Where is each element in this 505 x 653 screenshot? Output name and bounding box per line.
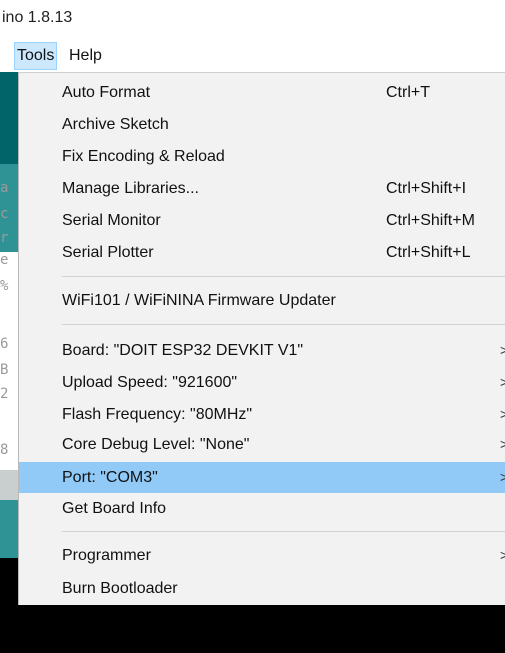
submenu-arrow-icon: > xyxy=(500,436,505,452)
editor-gutter-band xyxy=(0,470,18,500)
menu-item-upload-speed[interactable]: Upload Speed: "921600" > xyxy=(19,367,505,398)
menu-separator xyxy=(62,324,505,325)
menu-item-serial-monitor[interactable]: Serial Monitor Ctrl+Shift+M xyxy=(19,205,505,236)
menu-item-shortcut: Ctrl+T xyxy=(386,84,430,101)
editor-char: 8 xyxy=(0,442,9,458)
menu-tools[interactable]: Tools xyxy=(14,42,58,70)
menu-item-label: Serial Monitor xyxy=(62,212,161,229)
menu-item-board[interactable]: Board: "DOIT ESP32 DEVKIT V1" > xyxy=(19,335,505,366)
console-panel xyxy=(0,605,505,653)
editor-header-area xyxy=(0,72,18,164)
editor-char: r xyxy=(0,230,9,246)
menu-item-serial-plotter[interactable]: Serial Plotter Ctrl+Shift+L xyxy=(19,237,505,268)
menu-item-label: Burn Bootloader xyxy=(62,580,178,597)
window-title: ino 1.8.13 xyxy=(2,9,73,26)
menu-bar: Tools Help xyxy=(0,40,505,72)
editor-char: c xyxy=(0,206,9,222)
menu-item-label: Auto Format xyxy=(62,84,151,101)
menu-item-label: Board: "DOIT ESP32 DEVKIT V1" xyxy=(62,342,304,359)
menu-item-programmer[interactable]: Programmer > xyxy=(19,540,505,571)
submenu-arrow-icon: > xyxy=(500,469,505,485)
editor-char: a xyxy=(0,180,9,196)
editor-char: e xyxy=(0,252,9,268)
menu-item-label: Core Debug Level: "None" xyxy=(62,436,250,453)
menu-item-label: Programmer xyxy=(62,547,151,564)
menu-item-label: Serial Plotter xyxy=(62,244,154,261)
menu-item-shortcut: Ctrl+Shift+M xyxy=(386,212,475,229)
menu-item-firmware-updater[interactable]: WiFi101 / WiFiNINA Firmware Updater xyxy=(19,285,505,316)
title-bar: ino 1.8.13 xyxy=(0,0,505,40)
menu-item-label: Flash Frequency: "80MHz" xyxy=(62,406,253,423)
menu-item-archive-sketch[interactable]: Archive Sketch xyxy=(19,109,505,140)
menu-item-auto-format[interactable]: Auto Format Ctrl+T xyxy=(19,77,505,108)
menu-item-get-board-info[interactable]: Get Board Info xyxy=(19,493,505,524)
submenu-arrow-icon: > xyxy=(500,374,505,390)
editor-status-area xyxy=(0,500,18,558)
menu-item-core-debug-level[interactable]: Core Debug Level: "None" > xyxy=(19,429,505,460)
menu-item-label: Port: "COM3" xyxy=(62,469,158,486)
editor-char: 2 xyxy=(0,386,9,402)
menu-item-label: Fix Encoding & Reload xyxy=(62,148,225,165)
menu-item-burn-bootloader[interactable]: Burn Bootloader xyxy=(19,573,505,604)
submenu-arrow-icon: > xyxy=(500,342,505,358)
menu-item-shortcut: Ctrl+Shift+I xyxy=(386,180,467,197)
menu-item-fix-encoding[interactable]: Fix Encoding & Reload xyxy=(19,141,505,172)
menu-separator xyxy=(62,276,505,277)
editor-char: % xyxy=(0,278,9,294)
menu-item-label: Archive Sketch xyxy=(62,116,169,133)
submenu-arrow-icon: > xyxy=(500,547,505,563)
menu-item-label: Get Board Info xyxy=(62,500,167,517)
menu-help[interactable]: Help xyxy=(67,43,104,69)
submenu-arrow-icon: > xyxy=(500,406,505,422)
menu-item-flash-frequency[interactable]: Flash Frequency: "80MHz" > xyxy=(19,399,505,430)
menu-item-label: Manage Libraries... xyxy=(62,180,199,197)
menu-item-manage-libraries[interactable]: Manage Libraries... Ctrl+Shift+I xyxy=(19,173,505,204)
menu-item-label: WiFi101 / WiFiNINA Firmware Updater xyxy=(62,292,336,309)
editor-char: B xyxy=(0,362,9,378)
editor-margin: a c r e % 6 B 2 8 xyxy=(0,72,18,653)
menu-item-port[interactable]: Port: "COM3" > xyxy=(19,462,505,493)
tools-dropdown-menu: Auto Format Ctrl+T Archive Sketch Fix En… xyxy=(18,72,505,605)
editor-char: 6 xyxy=(0,336,9,352)
menu-separator xyxy=(62,531,505,532)
menu-item-label: Upload Speed: "921600" xyxy=(62,374,238,391)
menu-item-shortcut: Ctrl+Shift+L xyxy=(386,244,471,261)
